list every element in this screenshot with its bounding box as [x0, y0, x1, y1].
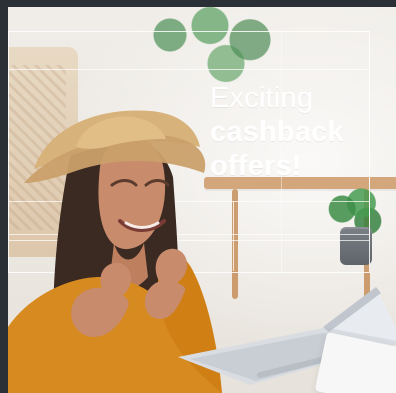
promo-line-1: Exciting: [210, 82, 314, 114]
screenshot-frame: Exciting cashback offers!: [0, 0, 396, 393]
promo-card: Exciting cashback offers!: [8, 7, 396, 393]
background-chair: [8, 47, 78, 257]
promo-line-2: cashback: [210, 116, 344, 148]
promo-headline: Exciting cashback offers!: [210, 81, 390, 183]
plant-pot: [340, 227, 372, 265]
promo-line-3: offers!: [210, 150, 302, 182]
table-leg: [232, 189, 238, 299]
